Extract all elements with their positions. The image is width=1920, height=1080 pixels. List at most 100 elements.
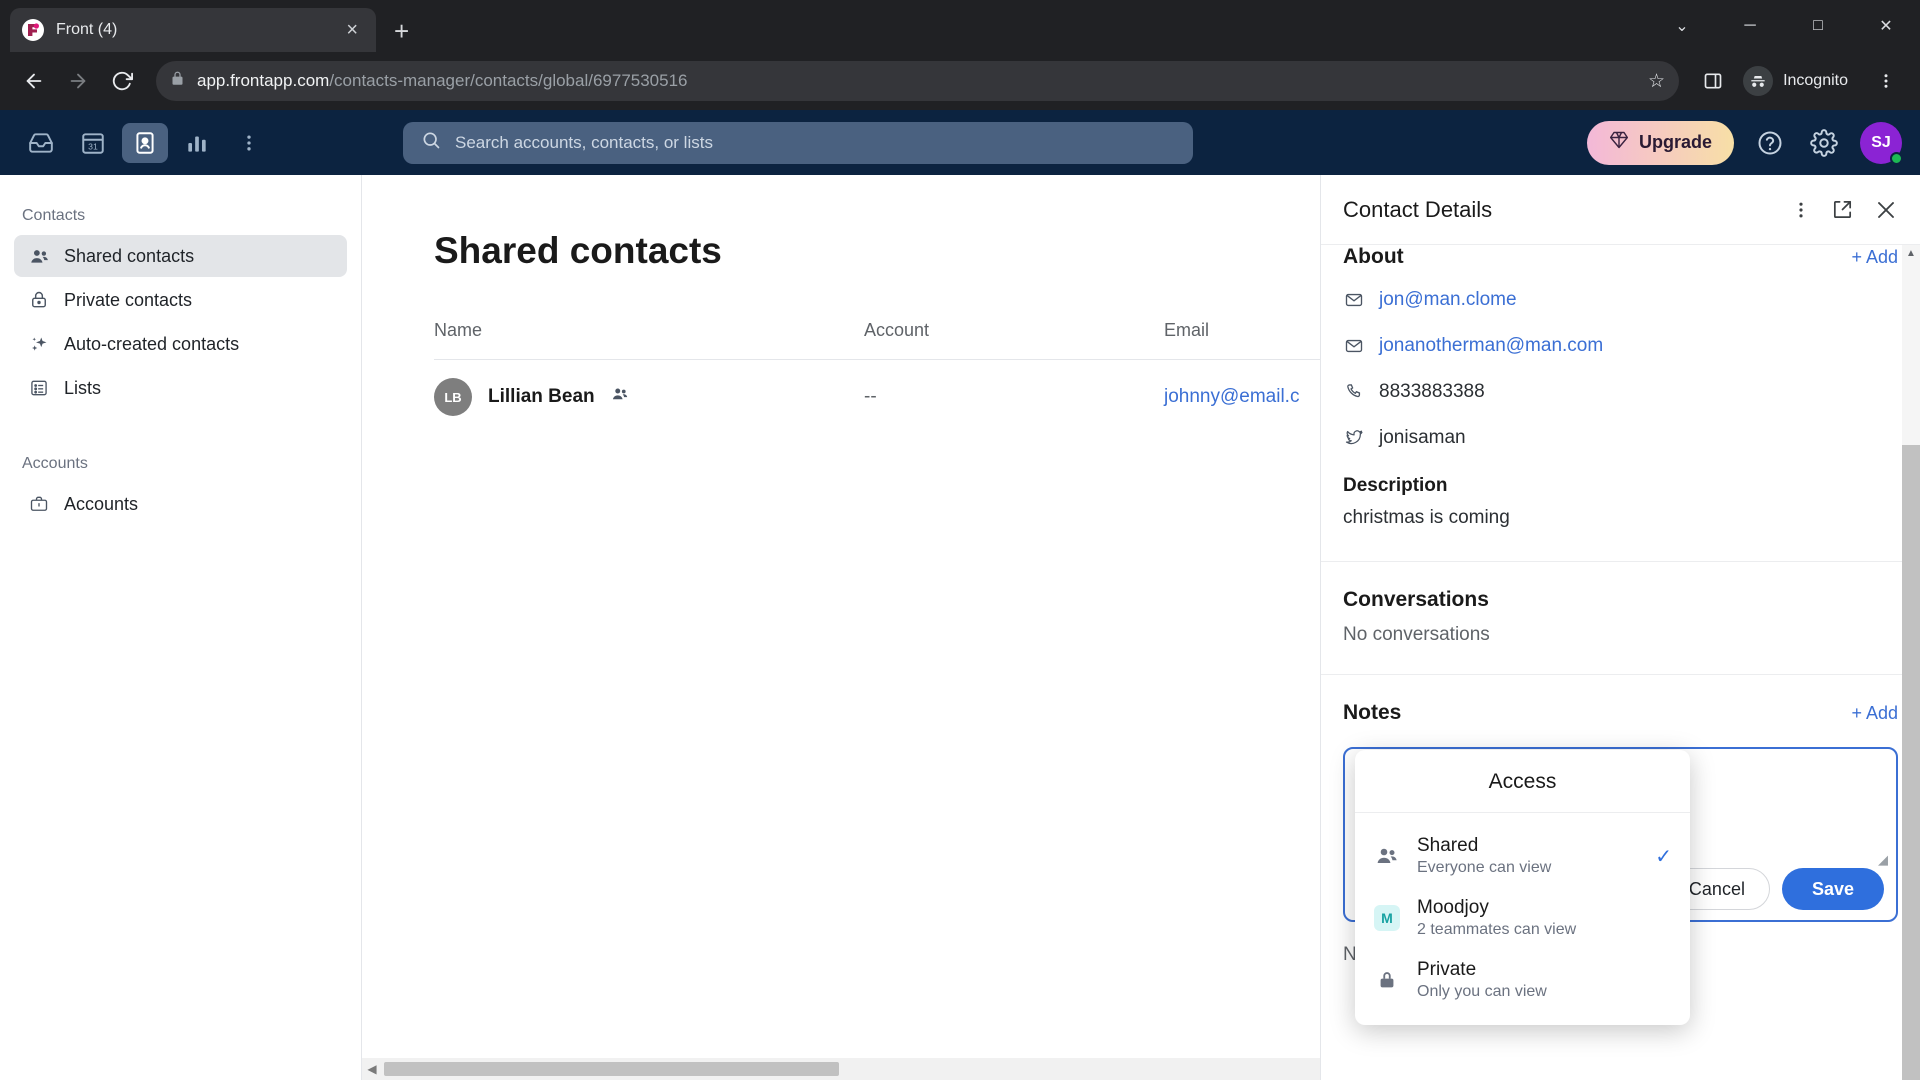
avatar-initials: SJ (1871, 133, 1891, 151)
cell-email[interactable]: johnny@email.c (1164, 386, 1320, 408)
access-option-shared[interactable]: Shared Everyone can view ✓ (1355, 825, 1690, 887)
conversations-section-header: Conversations (1321, 562, 1920, 620)
sidebar-item-lists[interactable]: Lists (14, 367, 347, 409)
about-phone-row[interactable]: 8833883388 (1343, 369, 1898, 415)
forward-icon[interactable] (58, 61, 98, 101)
sidebar-item-accounts[interactable]: Accounts (14, 483, 347, 525)
upgrade-button[interactable]: Upgrade (1586, 120, 1734, 165)
window-menu-icon[interactable]: ⌄ (1648, 0, 1716, 52)
contacts-table: Name Account Email LB Lillian Bean -- jo… (434, 320, 1320, 434)
briefcase-icon (28, 494, 50, 514)
app-top-bar: 31 Search accounts, contacts, or lists U… (0, 110, 1920, 175)
nav-calendar-icon[interactable]: 31 (70, 123, 116, 163)
url-domain: app.frontapp.com (197, 71, 330, 90)
maximize-icon[interactable]: □ (1784, 0, 1852, 52)
table-row[interactable]: LB Lillian Bean -- johnny@email.c (434, 360, 1320, 434)
sidebar-item-shared-contacts[interactable]: Shared contacts (14, 235, 347, 277)
access-option-name: Private (1417, 959, 1477, 980)
access-option-labels: Moodjoy 2 teammates can view (1417, 897, 1672, 939)
twitter-icon (1343, 428, 1365, 448)
front-app: 31 Search accounts, contacts, or lists U… (0, 110, 1920, 1080)
sidebar-item-auto-created-contacts[interactable]: Auto-created contacts (14, 323, 347, 365)
resize-grip-icon[interactable]: ◢ (1878, 852, 1888, 868)
contacts-list-pane: Shared contacts Name Account Email LB Li… (362, 175, 1320, 1080)
people-icon (1373, 844, 1401, 868)
search-input[interactable]: Search accounts, contacts, or lists (403, 121, 1193, 164)
nav-contacts-icon[interactable] (122, 122, 168, 163)
save-button[interactable]: Save (1781, 868, 1884, 910)
presence-indicator (1890, 151, 1903, 165)
browser-tab[interactable]: Front (4) × (10, 8, 376, 52)
nav-inbox-icon[interactable] (18, 123, 64, 163)
lock-icon (170, 71, 185, 91)
sidebar-section-accounts-title: Accounts (22, 455, 88, 472)
svg-text:31: 31 (88, 141, 98, 151)
check-icon: ✓ (1655, 845, 1672, 868)
side-panel-icon[interactable] (1693, 61, 1733, 101)
back-icon[interactable] (14, 61, 54, 101)
email-icon (1343, 290, 1365, 310)
page-title: Shared contacts (434, 230, 722, 271)
details-vertical-scrollbar[interactable]: ▲ (1902, 245, 1920, 1080)
people-icon (28, 246, 50, 267)
new-tab-button[interactable]: + (394, 18, 409, 44)
nav-analytics-icon[interactable] (174, 123, 220, 163)
access-option-private[interactable]: Private Only you can view (1355, 949, 1690, 1011)
access-option-name: Moodjoy (1417, 897, 1489, 918)
horizontal-scroll-thumb[interactable] (384, 1062, 839, 1076)
vertical-scroll-thumb[interactable] (1902, 445, 1920, 1080)
horizontal-scrollbar[interactable]: ◀ (362, 1058, 1320, 1080)
access-option-moodjoy[interactable]: M Moodjoy 2 teammates can view (1355, 887, 1690, 949)
browser-chrome: Front (4) × + ⌄ ─ □ ✕ app.frontapp.com/c… (0, 0, 1920, 110)
sidebar-item-private-contacts[interactable]: Private contacts (14, 279, 347, 321)
bookmark-star-icon[interactable]: ☆ (1638, 70, 1665, 93)
email-icon (1343, 336, 1365, 356)
sidebar-item-label: Private contacts (64, 289, 193, 310)
access-option-name: Shared (1417, 835, 1479, 856)
column-header-name[interactable]: Name (434, 320, 864, 341)
cell-account: -- (864, 386, 877, 407)
about-email-row[interactable]: jonanotherman@man.com (1343, 323, 1898, 369)
sidebar-section-contacts-title: Contacts (22, 207, 86, 224)
nav-more-icon[interactable] (226, 123, 272, 163)
minimize-icon[interactable]: ─ (1716, 0, 1784, 52)
close-window-icon[interactable]: ✕ (1852, 0, 1920, 52)
sidebar-item-label: Lists (64, 377, 102, 398)
about-add-link[interactable]: + Add (1851, 247, 1898, 268)
details-more-menu-icon[interactable] (1791, 200, 1811, 220)
access-popup: Access Shared Everyone can view ✓ M Mood… (1355, 750, 1690, 1025)
sidebar-item-label: Shared contacts (64, 245, 195, 266)
about-twitter-row[interactable]: jonisaman (1343, 415, 1898, 461)
about-fields: jon@man.clome jonanotherman@man.com 8833… (1321, 277, 1920, 529)
cell-name: LB Lillian Bean (434, 378, 864, 416)
table-header: Name Account Email (434, 320, 1320, 360)
close-icon[interactable] (1874, 198, 1898, 222)
reload-icon[interactable] (102, 61, 142, 101)
tab-close-icon[interactable]: × (340, 16, 364, 44)
access-option-labels: Private Only you can view (1417, 959, 1672, 1001)
description-label: Description (1343, 475, 1448, 496)
column-header-account[interactable]: Account (864, 320, 1164, 341)
about-email-value[interactable]: jonanotherman@man.com (1379, 335, 1603, 357)
about-email-value[interactable]: jon@man.clome (1379, 289, 1517, 311)
avatar[interactable]: SJ (1860, 121, 1903, 165)
window-controls: ⌄ ─ □ ✕ (1648, 0, 1920, 52)
address-bar[interactable]: app.frontapp.com/contacts-manager/contac… (156, 61, 1680, 101)
about-section-header: About + Add (1321, 245, 1920, 277)
column-header-email[interactable]: Email (1164, 320, 1320, 341)
help-icon[interactable] (1752, 125, 1788, 161)
address-bar-url: app.frontapp.com/contacts-manager/contac… (197, 71, 688, 91)
notes-add-link[interactable]: + Add (1851, 703, 1898, 724)
browser-toolbar: app.frontapp.com/contacts-manager/contac… (0, 52, 1920, 110)
incognito-profile-button[interactable]: Incognito (1737, 63, 1862, 99)
scroll-left-arrow-icon[interactable]: ◀ (362, 1062, 382, 1076)
browser-menu-icon[interactable] (1866, 61, 1906, 101)
about-email-row[interactable]: jon@man.clome (1343, 277, 1898, 323)
open-external-icon[interactable] (1831, 198, 1854, 221)
gear-icon[interactable] (1806, 125, 1842, 161)
scroll-up-arrow-icon[interactable]: ▲ (1902, 245, 1920, 259)
tab-strip: Front (4) × + ⌄ ─ □ ✕ (0, 0, 1920, 52)
contact-details-title: Contact Details (1343, 196, 1493, 222)
access-option-description: Only you can view (1417, 983, 1547, 1000)
diamond-icon (1609, 130, 1629, 155)
